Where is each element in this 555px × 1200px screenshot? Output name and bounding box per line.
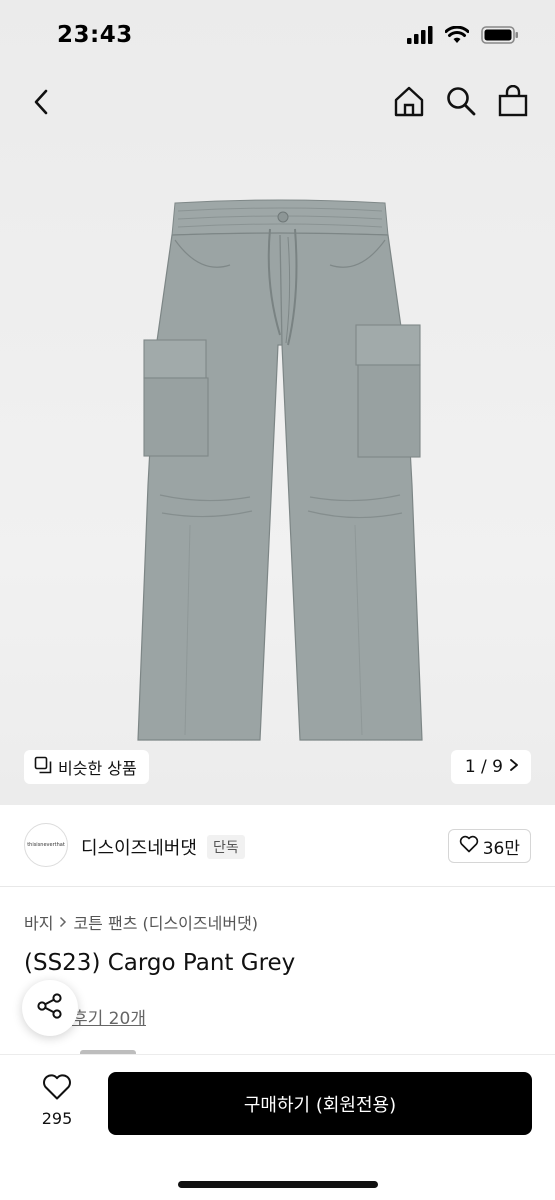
brand-row: thisisneverthat 디스이즈네버댓 단독 36만 (0, 805, 555, 887)
home-indicator (178, 1181, 378, 1188)
chevron-left-icon (33, 88, 49, 120)
similar-products-label: 비슷한 상품 (58, 759, 137, 778)
share-icon (36, 992, 64, 1024)
share-button[interactable] (22, 980, 78, 1036)
brand-like-count: 36만 (482, 838, 520, 859)
heart-icon (42, 1073, 72, 1105)
heart-icon (459, 835, 479, 858)
status-time: 23:43 (57, 22, 133, 48)
chevron-right-icon (59, 913, 67, 932)
status-icons (407, 25, 519, 48)
nav-actions (393, 84, 529, 122)
page-counter-text: 1 / 9 (464, 757, 503, 777)
brand-name[interactable]: 디스이즈네버댓 (81, 834, 197, 860)
brand-logo[interactable]: thisisneverthat (24, 823, 68, 867)
product-photo (137, 199, 423, 741)
product-title: (SS23) Cargo Pant Grey (24, 950, 296, 976)
breadcrumb-item[interactable]: 코튼 팬츠 (디스이즈네버댓) (73, 910, 258, 934)
image-page-counter[interactable]: 1 / 9 (450, 750, 531, 784)
brand-logo-text: thisisneverthat (27, 842, 65, 848)
search-button[interactable] (445, 84, 477, 122)
wifi-icon (444, 25, 470, 48)
battery-icon (481, 26, 519, 48)
product-image-gallery[interactable]: 23:43 비슷한 상품 1 / 9 (0, 0, 555, 805)
breadcrumb-item[interactable]: 바지 (24, 910, 53, 934)
cart-button[interactable] (497, 84, 529, 122)
review-link[interactable]: 후기 20개 (72, 1004, 146, 1029)
exclusive-badge: 단독 (207, 835, 245, 859)
chevron-right-icon (509, 757, 519, 777)
wishlist-count: 295 (41, 1109, 73, 1128)
search-icon (446, 86, 476, 120)
brand-like-button[interactable]: 36만 (447, 829, 531, 863)
signal-icon (407, 26, 433, 48)
breadcrumb: 바지 코튼 팬츠 (디스이즈네버댓) (24, 910, 258, 934)
similar-products-button[interactable]: 비슷한 상품 (24, 750, 149, 784)
copy-icon (34, 756, 52, 778)
home-button[interactable] (393, 84, 425, 122)
home-icon (393, 85, 425, 121)
status-bar: 23:43 (0, 0, 555, 70)
bottom-action-bar: 295 구매하기 (회원전용) (0, 1054, 555, 1200)
back-button[interactable] (24, 86, 58, 122)
shopping-bag-icon (498, 84, 528, 121)
buy-button[interactable]: 구매하기 (회원전용) (108, 1072, 532, 1135)
wishlist-button[interactable]: 295 (28, 1073, 86, 1128)
